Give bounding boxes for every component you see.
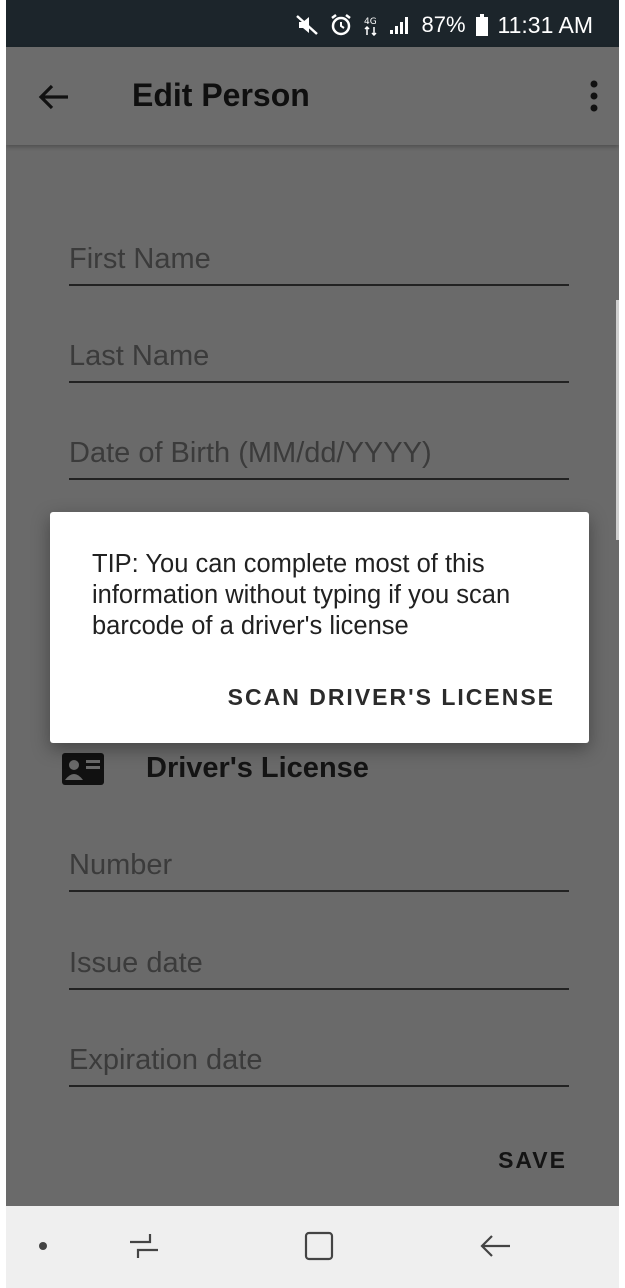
tip-message: TIP: You can complete most of this infor…: [92, 550, 511, 640]
system-nav-bar: [6, 1206, 619, 1288]
last-name-placeholder: Last Name: [69, 340, 210, 372]
status-icons: 4G 87% 11:31 AM: [295, 12, 593, 38]
expiration-date-field[interactable]: Expiration date: [69, 1033, 569, 1087]
data-icon: 4G: [363, 14, 379, 36]
signal-icon: [389, 15, 411, 35]
screen: 4G 87% 11:31 AM Edit Person First Name L…: [6, 0, 619, 1288]
license-number-field[interactable]: Number: [69, 838, 569, 892]
save-button[interactable]: SAVE: [498, 1147, 567, 1174]
id-card-icon: [62, 753, 104, 785]
more-vert-icon[interactable]: [579, 75, 609, 119]
drivers-license-section-header: Driver's License: [62, 748, 369, 790]
issue-date-placeholder: Issue date: [69, 947, 203, 979]
battery-icon: [475, 14, 488, 36]
license-number-placeholder: Number: [69, 849, 173, 881]
tip-dialog: TIP: You can complete most of this infor…: [50, 512, 589, 743]
battery-percent: 87%: [421, 12, 466, 37]
mute-icon: [295, 14, 319, 36]
edge-panel-handle[interactable]: [616, 300, 619, 540]
svg-text:4G: 4G: [364, 17, 377, 27]
date-of-birth-field[interactable]: Date of Birth (MM/dd/YYYY): [69, 426, 569, 480]
expiration-date-placeholder: Expiration date: [69, 1044, 263, 1076]
home-icon[interactable]: [302, 1228, 336, 1264]
first-name-placeholder: First Name: [69, 243, 211, 275]
alarm-icon: [329, 13, 353, 37]
app-bar: Edit Person: [6, 47, 619, 145]
first-name-field[interactable]: First Name: [69, 232, 569, 286]
clock: 11:31 AM: [497, 11, 593, 38]
back-arrow-icon[interactable]: [34, 77, 74, 117]
drivers-license-title: Driver's License: [146, 752, 369, 784]
recents-icon[interactable]: [124, 1228, 164, 1264]
nav-dot-icon[interactable]: [39, 1242, 47, 1250]
back-icon[interactable]: [476, 1228, 514, 1264]
last-name-field[interactable]: Last Name: [69, 329, 569, 383]
page-title: Edit Person: [132, 77, 310, 113]
scan-drivers-license-button[interactable]: SCAN DRIVER'S LICENSE: [228, 684, 555, 711]
date-of-birth-placeholder: Date of Birth (MM/dd/YYYY): [69, 437, 432, 469]
status-bar: 4G 87% 11:31 AM: [6, 0, 619, 47]
issue-date-field[interactable]: Issue date: [69, 936, 569, 990]
